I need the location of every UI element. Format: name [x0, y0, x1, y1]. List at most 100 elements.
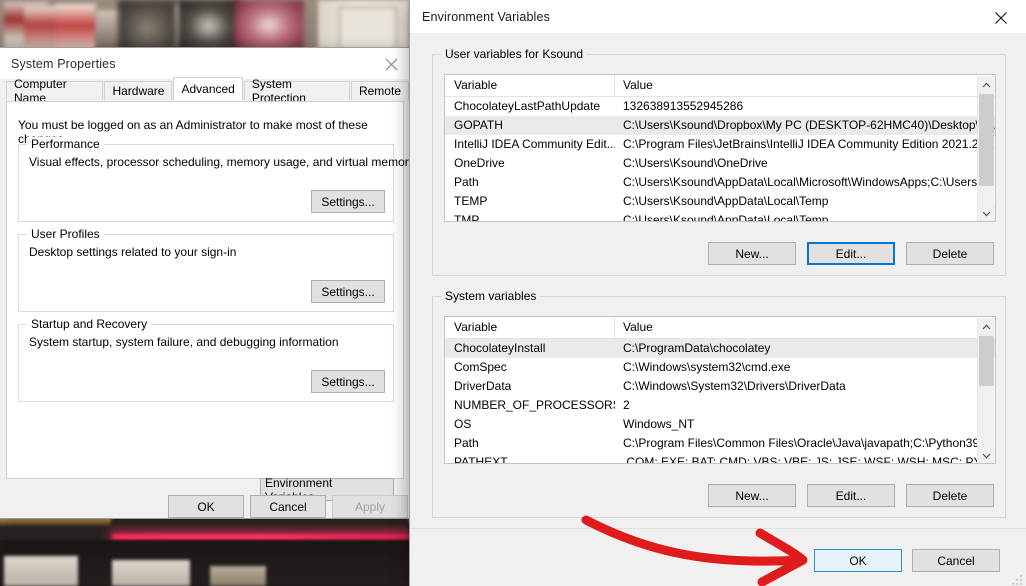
cell-value: C:\Users\Ksound\AppData\Local\Temp	[623, 194, 829, 208]
cell-value: C:\Users\Ksound\AppData\Local\Temp	[623, 213, 829, 222]
table-row[interactable]: IntelliJ IDEA Community Edit... C:\Progr…	[445, 135, 995, 154]
tab-hardware[interactable]: Hardware	[104, 81, 173, 100]
cell-variable: IntelliJ IDEA Community Edit...	[454, 137, 615, 151]
table-row[interactable]: TEMP C:\Users\Ksound\AppData\Local\Temp	[445, 192, 995, 211]
system-variables-grid[interactable]: Variable Value ChocolateyInstall C:\Prog…	[444, 316, 996, 464]
environment-variables-dialog: Environment Variables User variables for…	[410, 0, 1026, 586]
environment-variables-ok-button[interactable]: OK	[814, 549, 902, 572]
column-header-variable[interactable]: Variable	[445, 317, 615, 338]
performance-settings-button[interactable]: Settings...	[311, 190, 385, 213]
user-variables-group-label: User variables for Ksound	[441, 47, 588, 61]
table-row[interactable]: PATHEXT .COM;.EXE;.BAT;.CMD;.VBS;.VBE;.J…	[445, 453, 995, 464]
tab-advanced[interactable]: Advanced	[173, 77, 243, 100]
bg-poster	[234, 0, 304, 52]
table-row[interactable]: GOPATH C:\Users\Ksound\Dropbox\My PC (DE…	[445, 116, 995, 135]
environment-variables-footer: OK Cancel	[410, 528, 1026, 586]
tab-computer-name[interactable]: Computer Name	[6, 77, 104, 105]
environment-variables-title: Environment Variables	[422, 9, 550, 24]
cell-value: 2	[623, 398, 630, 412]
system-properties-cancel-button[interactable]: Cancel	[250, 495, 326, 518]
startup-and-recovery-description: System startup, system failure, and debu…	[29, 335, 339, 349]
close-icon[interactable]	[980, 4, 1022, 32]
cell-value: C:\Users\Ksound\OneDrive	[623, 156, 768, 170]
cell-value: C:\Program Files\JetBrains\IntelliJ IDEA…	[623, 137, 995, 151]
cell-value: .COM;.EXE;.BAT;.CMD;.VBS;.VBE;.JS;.JSE;.…	[623, 455, 995, 464]
cell-value: C:\Program Files\Common Files\Oracle\Jav…	[623, 436, 990, 450]
cell-value: C:\Windows\System32\Drivers\DriverData	[623, 379, 846, 393]
tab-system-protection[interactable]: System Protection	[243, 77, 350, 105]
system-properties-ok-button[interactable]: OK	[168, 495, 244, 518]
cell-variable: DriverData	[454, 379, 512, 393]
scrollbar-thumb[interactable]	[979, 336, 994, 386]
scrollbar-thumb[interactable]	[979, 94, 994, 186]
performance-group: Performance Visual effects, processor sc…	[18, 137, 415, 222]
system-properties-footer: OK Cancel Apply	[0, 480, 410, 518]
bg-poster	[178, 0, 240, 52]
user-variables-delete-button[interactable]: Delete	[906, 242, 994, 265]
bg-paper-stack	[112, 560, 190, 586]
cell-variable: OS	[454, 417, 472, 431]
table-row[interactable]: Path C:\Users\Ksound\AppData\Local\Micro…	[445, 173, 995, 192]
cell-variable: TMP	[454, 213, 480, 222]
table-row[interactable]: DriverData C:\Windows\System32\Drivers\D…	[445, 377, 995, 396]
screen: System Properties Computer Name Hardware…	[0, 0, 1026, 586]
bg-poster	[118, 0, 176, 52]
chevron-down-icon[interactable]	[978, 447, 995, 463]
system-properties-titlebar: System Properties	[0, 48, 410, 79]
close-icon[interactable]	[382, 55, 400, 73]
cell-variable: Path	[454, 436, 479, 450]
system-properties-apply-button: Apply	[332, 495, 408, 518]
performance-description: Visual effects, processor scheduling, me…	[29, 155, 415, 169]
table-row[interactable]: ChocolateyLastPathUpdate 132638913552945…	[445, 97, 995, 116]
table-row[interactable]: OneDrive C:\Users\Ksound\OneDrive	[445, 154, 995, 173]
bg-shelf-box	[56, 4, 96, 52]
system-variables-group-label: System variables	[441, 289, 541, 303]
table-row[interactable]: TMP C:\Users\Ksound\AppData\Local\Temp	[445, 211, 995, 222]
user-profiles-settings-button[interactable]: Settings...	[311, 280, 385, 303]
cell-variable: ChocolateyLastPathUpdate	[454, 99, 601, 113]
user-variables-new-button[interactable]: New...	[708, 242, 796, 265]
system-variables-rows: ChocolateyInstall C:\ProgramData\chocola…	[445, 339, 995, 464]
chevron-up-icon[interactable]	[978, 318, 995, 335]
column-header-variable[interactable]: Variable	[445, 75, 615, 96]
user-variables-grid-header: Variable Value	[445, 75, 995, 97]
environment-variables-titlebar: Environment Variables	[410, 0, 1026, 33]
cell-variable: OneDrive	[454, 156, 505, 170]
startup-and-recovery-group-label: Startup and Recovery	[27, 317, 152, 331]
user-variables-edit-button[interactable]: Edit...	[807, 242, 895, 265]
table-row[interactable]: OS Windows_NT	[445, 415, 995, 434]
user-variables-group: User variables for Ksound Variable Value…	[432, 47, 1006, 276]
column-header-value[interactable]: Value	[615, 75, 995, 96]
chevron-down-icon[interactable]	[978, 205, 995, 221]
system-variables-group: System variables Variable Value Chocolat…	[432, 289, 1006, 518]
cell-variable: ComSpec	[454, 360, 507, 374]
cell-value: C:\Windows\system32\cmd.exe	[623, 360, 791, 374]
system-variables-scrollbar[interactable]	[977, 318, 995, 463]
tab-remote[interactable]: Remote	[350, 81, 409, 100]
system-variables-buttons: New... Edit... Delete	[708, 484, 994, 507]
environment-variables-cancel-button[interactable]: Cancel	[912, 549, 1000, 572]
resize-gripper-icon[interactable]	[1011, 573, 1023, 585]
cell-value: C:\ProgramData\chocolatey	[623, 341, 771, 355]
user-variables-buttons: New... Edit... Delete	[708, 242, 994, 265]
table-row[interactable]: ChocolateyInstall C:\ProgramData\chocola…	[445, 339, 995, 358]
cell-variable: GOPATH	[454, 118, 503, 132]
user-variables-grid[interactable]: Variable Value ChocolateyLastPathUpdate …	[444, 74, 996, 222]
chevron-up-icon[interactable]	[978, 76, 995, 93]
bg-paper-stack	[4, 556, 78, 586]
system-properties-title: System Properties	[11, 56, 116, 71]
system-properties-tabs: Computer Name Hardware Advanced System P…	[6, 77, 410, 105]
system-variables-new-button[interactable]: New...	[708, 484, 796, 507]
table-row[interactable]: Path C:\Program Files\Common Files\Oracl…	[445, 434, 995, 453]
table-row[interactable]: ComSpec C:\Windows\system32\cmd.exe	[445, 358, 995, 377]
system-variables-delete-button[interactable]: Delete	[906, 484, 994, 507]
column-header-value[interactable]: Value	[615, 317, 995, 338]
startup-and-recovery-group: Startup and Recovery System startup, sys…	[18, 317, 394, 402]
cell-variable: TEMP	[454, 194, 488, 208]
bg-shelf-box	[24, 6, 60, 52]
startup-and-recovery-settings-button[interactable]: Settings...	[311, 370, 385, 393]
table-row[interactable]: NUMBER_OF_PROCESSORS 2	[445, 396, 995, 415]
user-variables-scrollbar[interactable]	[977, 76, 995, 221]
cell-value: Windows_NT	[623, 417, 695, 431]
system-variables-edit-button[interactable]: Edit...	[807, 484, 895, 507]
